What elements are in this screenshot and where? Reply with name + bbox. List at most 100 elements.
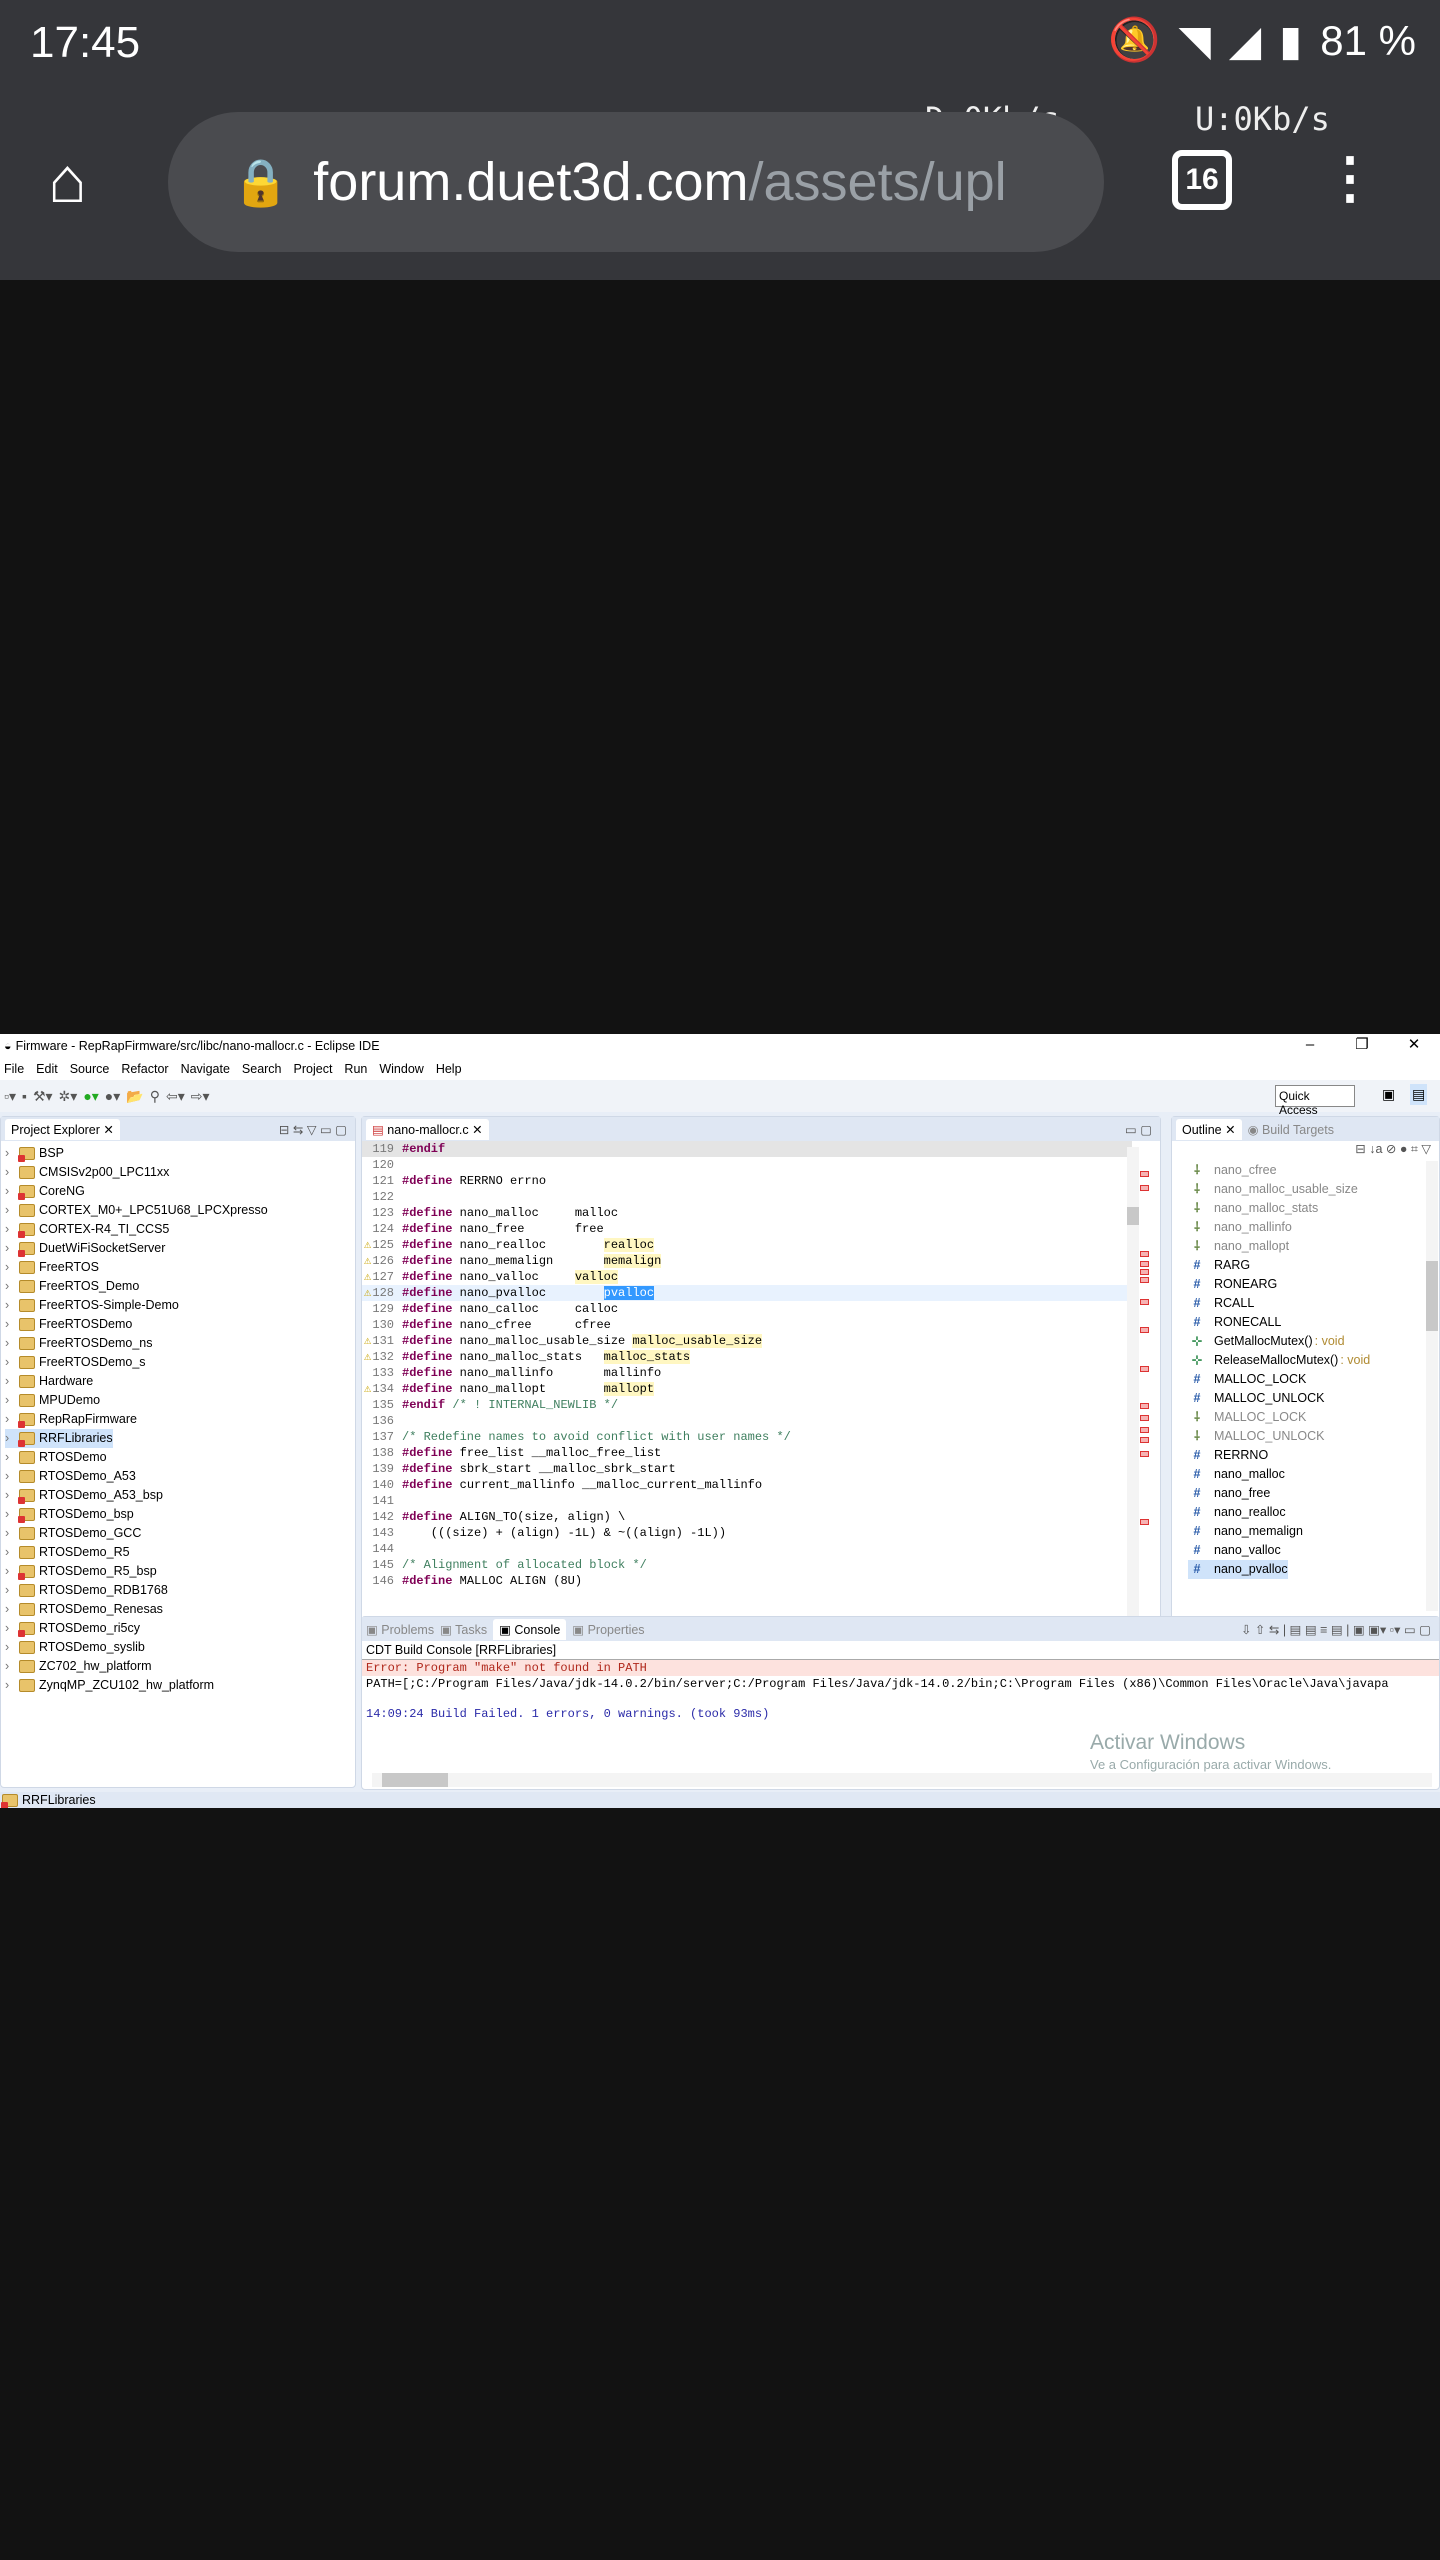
- outline-item[interactable]: # nano_free: [1188, 1484, 1271, 1503]
- project-tree-item[interactable]: › RTOSDemo_A53_bsp: [5, 1486, 163, 1505]
- error-overview-marker[interactable]: [1140, 1299, 1149, 1305]
- run-icon[interactable]: ●▾: [83, 1088, 98, 1105]
- editor-vertical-scrollbar[interactable]: [1127, 1147, 1139, 1627]
- error-overview-marker[interactable]: [1140, 1251, 1149, 1257]
- quick-access-input[interactable]: Quick Access: [1275, 1085, 1355, 1117]
- expand-chevron-icon[interactable]: ›: [5, 1429, 15, 1448]
- outline-item[interactable]: # RONEARG: [1188, 1275, 1278, 1294]
- search-icon[interactable]: ⚲: [150, 1088, 160, 1105]
- expand-chevron-icon[interactable]: ›: [5, 1448, 15, 1467]
- outline-item[interactable]: # nano_realloc: [1188, 1503, 1286, 1522]
- outline-item[interactable]: # MALLOC_LOCK: [1188, 1370, 1307, 1389]
- expand-chevron-icon[interactable]: ›: [5, 1524, 15, 1543]
- project-tree-item[interactable]: › RTOSDemo_GCC: [5, 1524, 141, 1543]
- error-overview-marker[interactable]: [1140, 1327, 1149, 1333]
- project-tree-item[interactable]: › RTOSDemo_ri5cy: [5, 1619, 140, 1638]
- project-tree-item[interactable]: › FreeRTOS: [5, 1258, 99, 1277]
- outline-item[interactable]: # nano_memalign: [1188, 1522, 1303, 1541]
- error-overview-marker[interactable]: [1140, 1427, 1149, 1433]
- minimize-icon[interactable]: –: [1284, 1034, 1336, 1058]
- debug-icon[interactable]: ✲▾: [59, 1088, 78, 1105]
- project-tree-item[interactable]: › BSP: [5, 1144, 64, 1163]
- expand-chevron-icon[interactable]: ›: [5, 1600, 15, 1619]
- tab-switcher-button[interactable]: 16: [1172, 150, 1232, 210]
- url-text[interactable]: forum.duet3d.com/assets/upl: [313, 151, 1006, 213]
- tab-outline[interactable]: Outline ✕: [1176, 1118, 1242, 1140]
- build-icon[interactable]: ⚒▾: [33, 1088, 53, 1105]
- expand-chevron-icon[interactable]: ›: [5, 1277, 15, 1296]
- expand-chevron-icon[interactable]: ›: [5, 1220, 15, 1239]
- menu-navigate[interactable]: Navigate: [181, 1062, 230, 1076]
- menu-help[interactable]: Help: [436, 1062, 462, 1076]
- tab-problems[interactable]: ▣ Problems: [366, 1622, 434, 1637]
- restore-icon[interactable]: ❐: [1336, 1034, 1388, 1058]
- menu-source[interactable]: Source: [70, 1062, 110, 1076]
- outline-scrollbar[interactable]: [1426, 1161, 1438, 1611]
- expand-chevron-icon[interactable]: ›: [5, 1372, 15, 1391]
- outline-item[interactable]: # nano_malloc: [1188, 1465, 1285, 1484]
- outline-item[interactable]: # RERRNO: [1188, 1446, 1269, 1465]
- open-folder-icon[interactable]: 📂: [126, 1088, 143, 1105]
- tab-nano-mallocr[interactable]: ▤ nano-mallocr.c ✕: [366, 1118, 489, 1140]
- outline-item[interactable]: # nano_valloc: [1188, 1541, 1281, 1560]
- project-tree-item[interactable]: › RTOSDemo_Renesas: [5, 1600, 163, 1619]
- outline-item[interactable]: ⊹ ReleaseMallocMutex(): void: [1188, 1351, 1371, 1370]
- outline-item[interactable]: # RONECALL: [1188, 1313, 1282, 1332]
- error-overview-marker[interactable]: [1140, 1415, 1149, 1421]
- menu-edit[interactable]: Edit: [36, 1062, 58, 1076]
- console-horizontal-scrollbar[interactable]: [372, 1773, 1432, 1787]
- external-tools-icon[interactable]: ●▾: [105, 1088, 120, 1105]
- expand-chevron-icon[interactable]: ›: [5, 1239, 15, 1258]
- expand-chevron-icon[interactable]: ›: [5, 1619, 15, 1638]
- project-tree-item[interactable]: › RTOSDemo_R5: [5, 1543, 130, 1562]
- project-tree-item[interactable]: › FreeRTOSDemo: [5, 1315, 132, 1334]
- project-tree-item[interactable]: › RTOSDemo_R5_bsp: [5, 1562, 157, 1581]
- expand-chevron-icon[interactable]: ›: [5, 1486, 15, 1505]
- error-overview-marker[interactable]: [1140, 1451, 1149, 1457]
- editor-min-max-icons[interactable]: ▭ ▢: [1125, 1122, 1152, 1137]
- expand-chevron-icon[interactable]: ›: [5, 1676, 15, 1695]
- outline-item[interactable]: # RCALL: [1188, 1294, 1255, 1313]
- error-overview-marker[interactable]: [1140, 1261, 1149, 1267]
- error-overview-marker[interactable]: [1140, 1519, 1149, 1525]
- menu-refactor[interactable]: Refactor: [121, 1062, 168, 1076]
- expand-chevron-icon[interactable]: ›: [5, 1657, 15, 1676]
- project-tree-item[interactable]: › RepRapFirmware: [5, 1410, 137, 1429]
- expand-chevron-icon[interactable]: ›: [5, 1334, 15, 1353]
- outline-item[interactable]: # MALLOC_UNLOCK: [1188, 1389, 1325, 1408]
- view-menu-icons[interactable]: ⊟ ⇆ ▽ ▭ ▢: [279, 1122, 347, 1137]
- expand-chevron-icon[interactable]: ›: [5, 1353, 15, 1372]
- console-toolbar-icons[interactable]: ⇩ ⇧ ⇆ | ▤ ▤ ≡ ▤ | ▣ ▣▾ ▫▾ ▭ ▢: [1241, 1622, 1431, 1637]
- project-tree-item[interactable]: › CoreNG: [5, 1182, 85, 1201]
- project-tree-item[interactable]: › ZC702_hw_platform: [5, 1657, 152, 1676]
- error-overview-marker[interactable]: [1140, 1269, 1149, 1275]
- close-icon[interactable]: ✕: [1388, 1034, 1440, 1058]
- expand-chevron-icon[interactable]: ›: [5, 1163, 15, 1182]
- new-icon[interactable]: ▫▾: [4, 1088, 16, 1105]
- tab-project-explorer[interactable]: Project Explorer ✕: [5, 1118, 120, 1140]
- expand-chevron-icon[interactable]: ›: [5, 1467, 15, 1486]
- error-overview-marker[interactable]: [1140, 1171, 1149, 1177]
- back-icon[interactable]: ⇦▾: [166, 1088, 185, 1105]
- project-tree-item[interactable]: › CMSISv2p00_LPC11xx: [5, 1163, 169, 1182]
- expand-chevron-icon[interactable]: ›: [5, 1638, 15, 1657]
- project-tree-item[interactable]: › FreeRTOSDemo_ns: [5, 1334, 152, 1353]
- error-overview-marker[interactable]: [1140, 1185, 1149, 1191]
- project-tree-item[interactable]: › CORTEX_M0+_LPC51U68_LPCXpresso: [5, 1201, 268, 1220]
- project-tree-item[interactable]: › RTOSDemo_bsp: [5, 1505, 134, 1524]
- project-tree-item[interactable]: › RTOSDemo_syslib: [5, 1638, 145, 1657]
- expand-chevron-icon[interactable]: ›: [5, 1201, 15, 1220]
- expand-chevron-icon[interactable]: ›: [5, 1581, 15, 1600]
- expand-chevron-icon[interactable]: ›: [5, 1258, 15, 1277]
- tab-build-targets[interactable]: ◉ Build Targets: [1248, 1122, 1334, 1137]
- project-tree-item[interactable]: › ZynqMP_ZCU102_hw_platform: [5, 1676, 214, 1695]
- outline-item[interactable]: # RARG: [1188, 1256, 1251, 1275]
- project-tree-item[interactable]: › Hardware: [5, 1372, 93, 1391]
- project-tree-item[interactable]: › RTOSDemo: [5, 1448, 107, 1467]
- tab-tasks[interactable]: ▣ Tasks: [440, 1622, 487, 1637]
- menu-search[interactable]: Search: [242, 1062, 282, 1076]
- project-tree-item[interactable]: › RTOSDemo_A53: [5, 1467, 136, 1486]
- expand-chevron-icon[interactable]: ›: [5, 1296, 15, 1315]
- error-overview-marker[interactable]: [1140, 1437, 1149, 1443]
- expand-chevron-icon[interactable]: ›: [5, 1562, 15, 1581]
